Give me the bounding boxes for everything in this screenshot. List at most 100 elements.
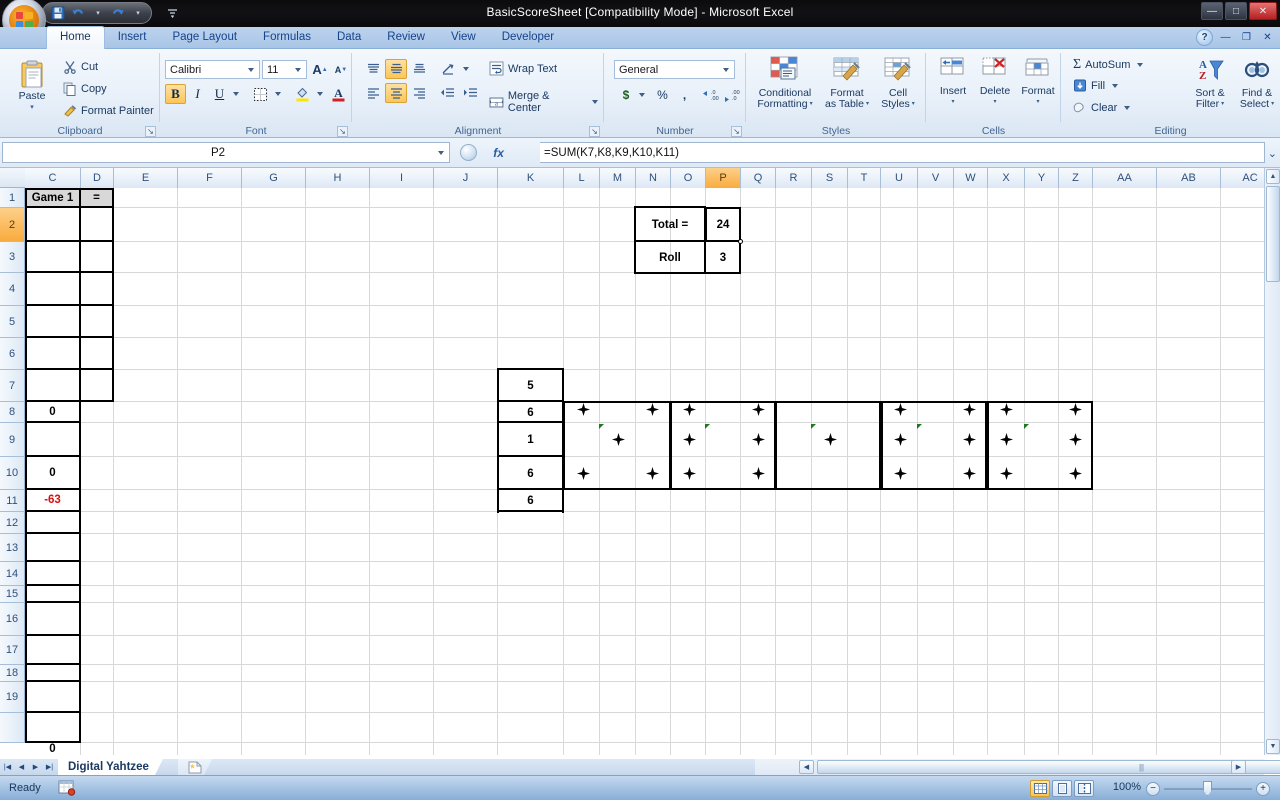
- tab-page-layout[interactable]: Page Layout: [159, 27, 250, 49]
- close-button[interactable]: ✕: [1249, 2, 1277, 20]
- col-header-Y[interactable]: Y: [1025, 168, 1059, 188]
- scroll-up-button[interactable]: ▲: [1266, 169, 1280, 184]
- name-box[interactable]: P2: [2, 142, 450, 163]
- borders-dropdown-icon[interactable]: [272, 84, 284, 104]
- font-family-select[interactable]: Calibri: [165, 60, 260, 79]
- row-header-1[interactable]: 1: [0, 188, 25, 208]
- cell-K10-die-value[interactable]: 6: [498, 457, 563, 490]
- row-header-13[interactable]: 13: [0, 534, 25, 562]
- number-format-select[interactable]: General: [614, 60, 735, 79]
- tab-home[interactable]: Home: [46, 26, 105, 50]
- help-icon[interactable]: ?: [1196, 29, 1213, 46]
- col-header-M[interactable]: M: [600, 168, 636, 188]
- scroll-right-button[interactable]: ▶: [1231, 760, 1246, 774]
- row-header-3[interactable]: 3: [0, 242, 25, 273]
- align-center-button[interactable]: [385, 83, 407, 103]
- clear-button[interactable]: Clear: [1070, 100, 1136, 116]
- cell-C20[interactable]: 0: [25, 742, 80, 755]
- bold-button[interactable]: B: [165, 84, 186, 104]
- chevron-down-icon[interactable]: [723, 67, 729, 72]
- chevron-down-icon[interactable]: ▾: [1271, 99, 1274, 110]
- chevron-down-icon[interactable]: [1137, 63, 1144, 67]
- chevron-down-icon[interactable]: ▾: [1036, 97, 1039, 108]
- insert-function-toggle-icon[interactable]: [460, 144, 478, 161]
- col-header-F[interactable]: F: [178, 168, 242, 188]
- fill-handle[interactable]: [738, 239, 743, 244]
- decrease-indent-button[interactable]: [436, 83, 458, 103]
- number-dialog-launcher[interactable]: ↘: [731, 126, 742, 137]
- tab-developer[interactable]: Developer: [489, 27, 567, 49]
- row-header-14[interactable]: 14: [0, 562, 25, 586]
- minimize-ribbon-icon[interactable]: —: [1217, 29, 1234, 46]
- fill-color-button[interactable]: [290, 84, 314, 104]
- paste-button[interactable]: Paste ▾: [8, 57, 56, 115]
- increase-indent-button[interactable]: [459, 83, 481, 103]
- vertical-scrollbar[interactable]: ▲ ▼: [1264, 168, 1280, 755]
- row-header-19[interactable]: 19: [0, 682, 25, 713]
- col-header-L[interactable]: L: [564, 168, 600, 188]
- delete-cells-button[interactable]: Delete ▾: [974, 54, 1016, 110]
- row-header-15[interactable]: 15: [0, 586, 25, 603]
- col-header-V[interactable]: V: [918, 168, 954, 188]
- cell-K11-die-value[interactable]: 6: [498, 490, 563, 512]
- row-header-16[interactable]: 16: [0, 603, 25, 636]
- chevron-down-icon[interactable]: [1112, 84, 1119, 88]
- cell-K7-die-value[interactable]: 5: [498, 370, 563, 402]
- row-header-6[interactable]: 6: [0, 338, 25, 370]
- currency-dropdown-icon[interactable]: [636, 85, 648, 105]
- chevron-down-icon[interactable]: [1124, 106, 1131, 110]
- col-header-S[interactable]: S: [812, 168, 848, 188]
- row-header-20[interactable]: [0, 713, 25, 743]
- row-header-11[interactable]: 11: [0, 490, 25, 512]
- fill-button[interactable]: Fill: [1070, 78, 1124, 94]
- tab-review[interactable]: Review: [374, 27, 438, 49]
- horizontal-scroll-thumb[interactable]: ||||: [817, 760, 1280, 774]
- scroll-left-button[interactable]: ◀: [799, 760, 814, 774]
- row-header-7[interactable]: 7: [0, 370, 25, 402]
- chevron-down-icon[interactable]: ▾: [912, 99, 915, 110]
- cut-button[interactable]: Cut: [60, 59, 101, 75]
- chevron-down-icon[interactable]: ▾: [1221, 99, 1224, 110]
- close-workbook-icon[interactable]: ✕: [1259, 29, 1276, 46]
- cell-N2-total-label[interactable]: Total =: [635, 208, 705, 241]
- insert-function-icon[interactable]: fx: [493, 146, 504, 160]
- cell-P3-roll-value[interactable]: 3: [706, 242, 740, 273]
- col-header-J[interactable]: J: [434, 168, 498, 188]
- col-header-Q[interactable]: Q: [741, 168, 776, 188]
- col-header-N[interactable]: N: [636, 168, 671, 188]
- next-sheet-button[interactable]: ▶: [30, 760, 41, 773]
- chevron-down-icon[interactable]: [592, 100, 598, 104]
- col-header-H[interactable]: H: [306, 168, 370, 188]
- cell-D1[interactable]: =: [80, 188, 113, 207]
- col-header-U[interactable]: U: [881, 168, 918, 188]
- col-header-P[interactable]: P: [706, 168, 741, 188]
- conditional-formatting-button[interactable]: Conditional Formatting ▾: [752, 54, 818, 112]
- zoom-slider[interactable]: − +: [1146, 781, 1270, 796]
- row-header-8[interactable]: 8: [0, 402, 25, 423]
- find-select-button[interactable]: Find & Select ▾: [1235, 54, 1279, 112]
- col-header-E[interactable]: E: [114, 168, 178, 188]
- cell-C8[interactable]: 0: [25, 401, 80, 422]
- col-header-I[interactable]: I: [370, 168, 434, 188]
- chevron-down-icon[interactable]: [295, 67, 301, 72]
- orientation-button[interactable]: [436, 59, 460, 79]
- autosum-button[interactable]: Σ AutoSum: [1070, 56, 1149, 74]
- borders-button[interactable]: [248, 84, 272, 104]
- align-middle-button[interactable]: [385, 59, 407, 79]
- font-color-button[interactable]: A: [328, 84, 348, 104]
- normal-view-button[interactable]: [1030, 780, 1050, 797]
- decrease-decimal-button[interactable]: .00.0: [721, 85, 743, 105]
- comma-button[interactable]: ,: [674, 85, 695, 105]
- zoom-in-button[interactable]: +: [1256, 781, 1270, 796]
- increase-decimal-button[interactable]: .0.00: [699, 85, 721, 105]
- col-header-D[interactable]: D: [81, 168, 114, 188]
- minimize-button[interactable]: —: [1201, 2, 1223, 20]
- row-header-12[interactable]: 12: [0, 512, 25, 534]
- clipboard-dialog-launcher[interactable]: ↘: [145, 126, 156, 137]
- shrink-font-button[interactable]: A ▼: [331, 60, 351, 79]
- currency-button[interactable]: $: [616, 85, 636, 105]
- cell-styles-button[interactable]: Cell Styles ▾: [874, 54, 922, 112]
- sort-filter-button[interactable]: AZ Sort & Filter ▾: [1187, 54, 1233, 112]
- insert-cells-button[interactable]: Insert ▾: [933, 54, 973, 110]
- vertical-scroll-thumb[interactable]: [1266, 186, 1280, 282]
